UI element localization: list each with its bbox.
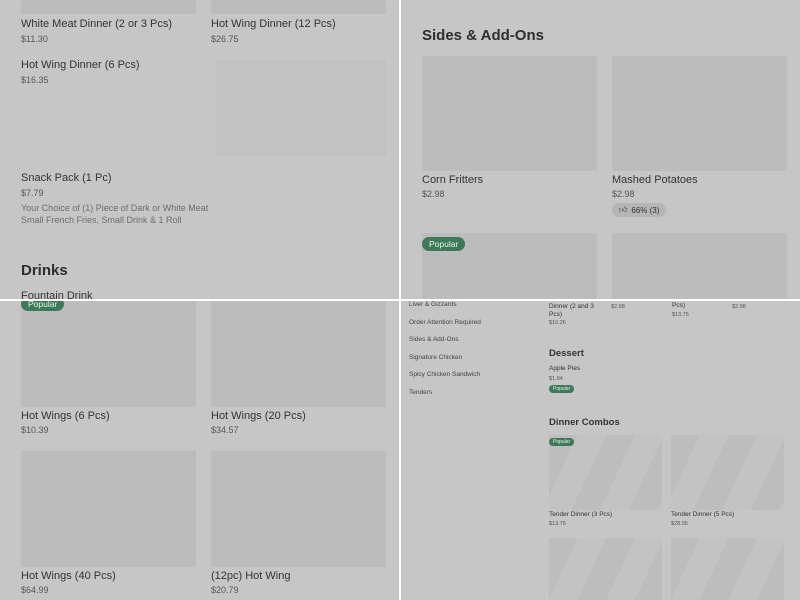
- section-title-dinner-combos: Dinner Combos: [549, 417, 620, 428]
- nav-link[interactable]: Liver & Gizzards: [409, 301, 457, 308]
- item-image[interactable]: [422, 56, 597, 171]
- rating-text: 66% (3): [631, 205, 660, 215]
- item-image[interactable]: [211, 0, 386, 14]
- section-title-sides: Sides & Add-Ons: [422, 27, 544, 44]
- nav-link[interactable]: Sides & Add-Ons: [409, 336, 459, 343]
- popular-badge: Popular: [549, 385, 575, 393]
- item-price: $34.57: [211, 425, 239, 435]
- item-price: $2.98: [612, 189, 635, 199]
- item-price: $13.75: [672, 312, 689, 318]
- nav-link[interactable]: Signature Chicken: [409, 354, 462, 361]
- menu-panel-top-right: Sides & Add-Ons Corn Fritters $2.98 Mash…: [401, 0, 800, 299]
- item-image[interactable]: [549, 435, 662, 510]
- nav-link[interactable]: Order Attention Required: [409, 319, 481, 326]
- item-price: $10.39: [21, 425, 49, 435]
- item-name[interactable]: Hot Wings (6 Pcs): [21, 410, 110, 422]
- thumbs-up-icon: 👍︎: [619, 205, 628, 214]
- item-price: $10.26: [549, 320, 566, 326]
- item-description: Small French Fries, Small Drink & 1 Roll: [21, 215, 182, 225]
- item-name[interactable]: Snack Pack (1 Pc): [21, 172, 111, 184]
- rating-badge: 👍︎ 66% (3): [612, 203, 667, 217]
- section-title-drinks: Drinks: [21, 262, 68, 279]
- popular-badge: Popular: [422, 237, 466, 251]
- item-name[interactable]: Tender Dinner (3 Pcs): [549, 511, 612, 519]
- popular-badge: Popular: [549, 438, 575, 446]
- item-image[interactable]: [671, 538, 784, 600]
- item-image[interactable]: [612, 56, 787, 171]
- item-price: $16.35: [21, 75, 49, 85]
- item-description: Your Choice of (1) Piece of Dark or Whit…: [21, 203, 209, 213]
- item-name[interactable]: Dinner (2 and 3: [549, 303, 594, 311]
- item-price: $2.98: [422, 189, 445, 199]
- item-image[interactable]: [549, 538, 662, 600]
- item-name[interactable]: Pcs): [549, 311, 562, 319]
- item-price: $28.95: [671, 521, 688, 527]
- nav-link[interactable]: Spicy Chicken Sandwich: [409, 371, 480, 378]
- screenshot-grid: White Meat Dinner (2 or 3 Pcs) $11.30 Ho…: [0, 0, 800, 600]
- item-price: $11.30: [21, 34, 48, 44]
- item-price: $1.94: [549, 376, 563, 382]
- menu-panel-bottom-right: Liver & Gizzards Order Attention Require…: [401, 301, 800, 600]
- item-name[interactable]: Apple Pies: [549, 365, 580, 373]
- item-name[interactable]: (12pc) Hot Wing: [211, 570, 290, 582]
- item-price: $20.79: [211, 585, 239, 595]
- item-image[interactable]: [211, 451, 386, 567]
- item-image[interactable]: [612, 233, 787, 299]
- item-name[interactable]: Hot Wings (20 Pcs): [211, 410, 306, 422]
- item-name[interactable]: White Meat Dinner (2 or 3 Pcs): [21, 18, 172, 30]
- popular-badge: Popular: [21, 301, 65, 311]
- item-name[interactable]: Hot Wing Dinner (12 Pcs): [211, 18, 336, 30]
- menu-panel-top-left: White Meat Dinner (2 or 3 Pcs) $11.30 Ho…: [0, 0, 399, 299]
- item-image[interactable]: [21, 301, 196, 407]
- nav-link[interactable]: Tenders: [409, 389, 432, 396]
- item-price: $2.98: [732, 304, 746, 310]
- item-name[interactable]: Mashed Potatoes: [612, 174, 698, 186]
- menu-panel-bottom-left: Popular Hot Wings (6 Pcs) $10.39 Hot Win…: [0, 301, 399, 600]
- item-name[interactable]: Fountain Drink: [21, 290, 93, 299]
- section-title-dessert: Dessert: [549, 348, 584, 359]
- item-name[interactable]: Hot Wing Dinner (6 Pcs): [21, 59, 140, 71]
- item-price: $64.99: [21, 585, 49, 595]
- item-price: $13.75: [549, 521, 566, 527]
- item-price: $2.98: [611, 304, 625, 310]
- item-name[interactable]: Hot Wings (40 Pcs): [21, 570, 116, 582]
- item-image[interactable]: [211, 301, 386, 407]
- item-price: $7.79: [21, 188, 44, 198]
- item-image[interactable]: [215, 59, 388, 158]
- item-name[interactable]: Pcs): [672, 302, 685, 310]
- item-image[interactable]: [21, 0, 196, 14]
- item-name[interactable]: Tender Dinner (5 Pcs): [671, 511, 734, 519]
- item-image[interactable]: [21, 451, 196, 567]
- item-image[interactable]: [671, 435, 784, 510]
- item-price: $26.75: [211, 34, 239, 44]
- item-name[interactable]: Corn Fritters: [422, 174, 483, 186]
